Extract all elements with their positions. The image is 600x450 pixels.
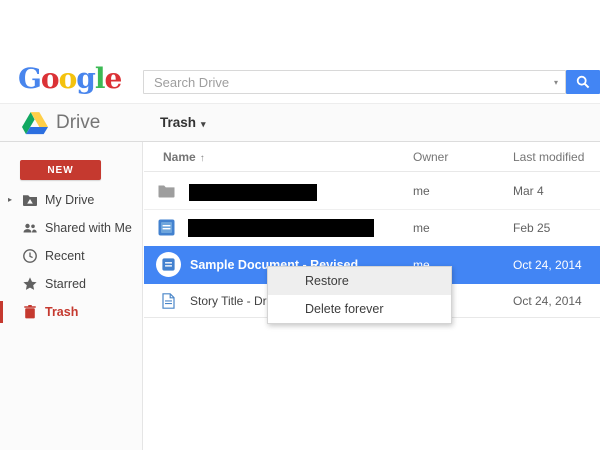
search-button[interactable]: [566, 70, 600, 94]
google-logo[interactable]: Google: [18, 62, 121, 96]
active-item-indicator: [0, 301, 3, 323]
sidebar-item-label: Trash: [45, 298, 78, 326]
my-drive-icon: [22, 192, 38, 208]
google-logo-letter: o: [59, 62, 77, 95]
sidebar-item-recent[interactable]: Recent: [0, 242, 143, 270]
new-button[interactable]: NEW: [20, 160, 101, 180]
app-header-band: Drive Trash ▾: [0, 103, 600, 142]
table-header: Name ↑ Owner Last modified: [144, 142, 600, 172]
sidebar-item-shared-with-me[interactable]: Shared with Me: [0, 214, 143, 242]
sidebar: NEW ▸ My Drive Shared with Me: [0, 142, 143, 450]
view-title-trash[interactable]: Trash ▾: [160, 104, 206, 143]
sidebar-item-label: My Drive: [45, 186, 94, 214]
sidebar-item-starred[interactable]: Starred: [0, 270, 143, 298]
sidebar-item-my-drive[interactable]: ▸ My Drive: [0, 186, 143, 214]
google-logo-letter: g: [76, 62, 95, 95]
menu-item-delete-forever[interactable]: Delete forever: [268, 295, 451, 323]
selected-doc-badge-icon: [156, 252, 181, 277]
google-logo-letter: l: [95, 62, 105, 95]
expand-caret-icon[interactable]: ▸: [8, 186, 12, 214]
table-row[interactable]: me Feb 25: [144, 210, 600, 246]
search-options-caret-icon[interactable]: ▾: [554, 71, 558, 95]
table-row[interactable]: me Mar 4: [144, 172, 600, 210]
column-header-last-modified[interactable]: Last modified: [513, 142, 584, 172]
column-header-name[interactable]: Name ↑: [163, 142, 205, 174]
last-modified-cell: Feb 25: [513, 210, 550, 246]
google-drive-trash-screen: Google ▾ Drive Trash ▾ NEW ▸: [0, 0, 600, 450]
clock-icon: [22, 248, 38, 264]
last-modified-cell: Mar 4: [513, 172, 544, 210]
google-logo-letter: o: [41, 62, 59, 95]
menu-item-restore[interactable]: Restore: [268, 267, 451, 295]
last-modified-cell: Oct 24, 2014: [513, 246, 582, 284]
sidebar-item-label: Shared with Me: [45, 214, 132, 242]
people-icon: [22, 220, 38, 236]
folder-icon: [158, 184, 175, 203]
redacted-file-name: [188, 219, 374, 237]
google-logo-letter: e: [105, 62, 122, 95]
column-name-label: Name: [163, 150, 196, 164]
sidebar-item-label: Recent: [45, 242, 85, 270]
sort-ascending-icon: ↑: [200, 153, 205, 164]
google-logo-letter: G: [18, 62, 41, 95]
redacted-file-name: [189, 184, 317, 201]
google-docs-icon: [158, 219, 175, 241]
search-icon: [576, 75, 590, 89]
drive-logo-icon[interactable]: [22, 112, 48, 140]
document-page-icon: [162, 293, 175, 314]
star-icon: [22, 276, 38, 292]
owner-cell: me: [413, 172, 430, 210]
last-modified-cell: Oct 24, 2014: [513, 284, 582, 318]
sidebar-item-trash[interactable]: Trash: [0, 298, 143, 326]
sidebar-item-label: Starred: [45, 270, 86, 298]
chevron-down-icon: ▾: [201, 119, 206, 129]
view-title-label: Trash: [160, 115, 196, 130]
trash-icon: [22, 304, 38, 320]
search-box: ▾: [143, 70, 566, 94]
column-header-owner[interactable]: Owner: [413, 142, 448, 172]
owner-cell: me: [413, 210, 430, 246]
search-input[interactable]: [144, 71, 565, 93]
app-name[interactable]: Drive: [56, 104, 100, 141]
context-menu: Restore Delete forever: [267, 266, 452, 324]
